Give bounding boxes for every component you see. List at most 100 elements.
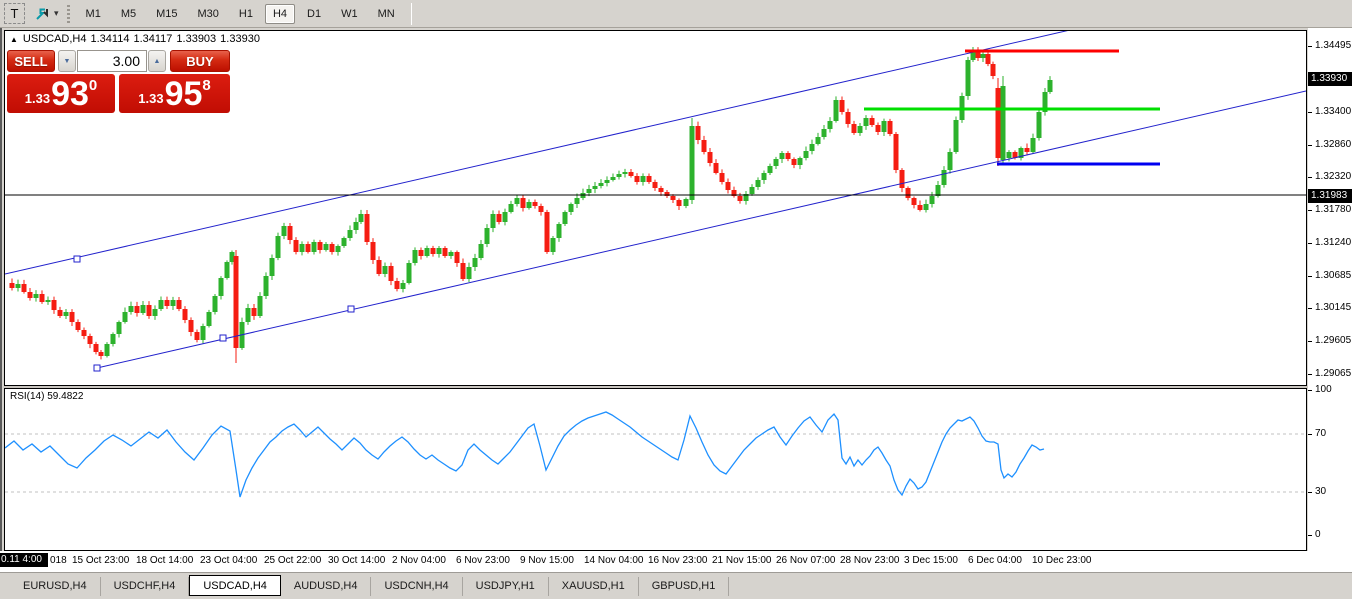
candle-up	[1030, 138, 1036, 152]
text-tool-icon[interactable]: T	[4, 3, 25, 24]
candle-down	[87, 336, 93, 344]
candle-down	[418, 250, 424, 256]
candle-down	[93, 344, 99, 352]
price-label: 1.30685	[1315, 270, 1352, 281]
arrange-arrows-glyph	[36, 8, 48, 20]
price-tick	[1308, 276, 1312, 277]
arrange-arrows-icon[interactable]	[31, 3, 53, 24]
ohlc-header: ▲ USDCAD,H4 1.34114 1.34117 1.33903 1.33930	[10, 33, 264, 45]
candle-down	[98, 352, 104, 356]
tab-usdjpy-h1[interactable]: USDJPY,H1	[463, 577, 549, 596]
tf-button-W1[interactable]: W1	[333, 4, 366, 24]
candle-up	[689, 126, 695, 200]
price-axis[interactable]: 1.34495 1.33400 1.32860 1.32320 1.31780 1.312…	[1308, 28, 1352, 551]
sell-button[interactable]: SELL	[7, 50, 55, 72]
time-label: 3 Dec 15:00	[904, 555, 958, 566]
time-label: 9 Nov 15:00	[520, 555, 574, 566]
candle-down	[985, 54, 991, 64]
tab-xauusd-h1[interactable]: XAUUSD,H1	[549, 577, 639, 596]
tab-audusd-h4[interactable]: AUDUSD,H4	[281, 577, 372, 596]
collapse-panel-icon[interactable]: ▲	[10, 35, 18, 44]
tab-usdcnh-h4[interactable]: USDCNH,H4	[371, 577, 463, 596]
candle-up	[490, 214, 496, 228]
candle-down	[287, 226, 293, 240]
chevron-down-icon[interactable]: ▾	[54, 8, 59, 19]
buy-price-button[interactable]: 1.33 95 8	[119, 74, 230, 113]
candle-up	[568, 204, 574, 212]
candle-up	[779, 153, 785, 159]
candle-down	[725, 182, 731, 190]
trendline-handle[interactable]	[93, 364, 101, 372]
tf-button-M15[interactable]: M15	[148, 4, 185, 24]
candle-up	[424, 248, 430, 256]
candle-up	[640, 176, 646, 182]
tab-gbpusd-h1[interactable]: GBPUSD,H1	[639, 577, 730, 596]
candle-up	[116, 322, 122, 334]
time-label: 6 Dec 04:00	[968, 555, 1022, 566]
ohlc-close: 1.33930	[220, 33, 260, 45]
candle-down	[887, 121, 893, 134]
candle-up	[347, 230, 353, 238]
rsi-indicator-label: RSI(14) 59.4822	[10, 391, 84, 402]
price-label: 1.32860	[1315, 139, 1352, 150]
trendline-handle[interactable]	[219, 334, 227, 342]
buy-price-pip: 8	[202, 77, 211, 94]
candle-down	[27, 292, 33, 298]
tf-button-D1[interactable]: D1	[299, 4, 329, 24]
toolbar-grip[interactable]	[66, 4, 70, 23]
candle-up	[448, 252, 454, 256]
candle-up	[773, 159, 779, 166]
candle-down	[134, 306, 140, 313]
candle-up	[158, 300, 164, 309]
tf-button-M5[interactable]: M5	[113, 4, 144, 24]
volume-input[interactable]: 3.00	[77, 50, 147, 72]
price-label: 1.30145	[1315, 302, 1352, 313]
tf-button-M30[interactable]: M30	[190, 4, 227, 24]
channel-lower-trendline[interactable]	[96, 90, 1306, 369]
price-label: 1.29605	[1315, 335, 1352, 346]
candle-down	[676, 200, 682, 206]
candle-down	[21, 284, 27, 292]
time-axis[interactable]: 0.11 4:00 018 15 Oct 23:00 18 Oct 14:00 23…	[0, 551, 1352, 572]
price-tick	[1308, 177, 1312, 178]
candle-down	[791, 159, 797, 165]
volume-increase-icon[interactable]: ▲	[148, 50, 166, 72]
tab-eurusd-h4[interactable]: EURUSD,H4	[10, 577, 101, 596]
candle-down	[460, 263, 466, 279]
candle-down	[39, 294, 45, 302]
candle-down	[532, 202, 538, 206]
candle-down	[899, 170, 905, 188]
candle-up	[140, 305, 146, 313]
rsi-scale-label: 0	[1315, 529, 1321, 540]
candle-up	[110, 334, 116, 344]
tf-button-H1[interactable]: H1	[231, 4, 261, 24]
candle-up	[263, 276, 269, 296]
candle-up	[382, 266, 388, 274]
tf-button-MN[interactable]: MN	[370, 4, 403, 24]
one-click-trade-panel: SELL ▼ 3.00 ▲ BUY 1.33 93 0 1.33 95 8	[7, 49, 230, 113]
candle-down	[75, 322, 81, 330]
buy-button[interactable]: BUY	[170, 50, 230, 72]
trendline-handle[interactable]	[73, 255, 81, 263]
tf-button-H4[interactable]: H4	[264, 3, 296, 24]
tab-usdchf-h4[interactable]: USDCHF,H4	[101, 577, 190, 596]
candle-up	[562, 212, 568, 224]
volume-decrease-icon[interactable]: ▼	[58, 50, 76, 72]
candle-down	[520, 198, 526, 208]
price-tick	[1308, 46, 1312, 47]
price-label: 1.34495	[1315, 40, 1352, 51]
sell-price-button[interactable]: 1.33 93 0	[7, 74, 115, 113]
candle-up	[45, 300, 51, 302]
candle-up	[809, 144, 815, 151]
trendline-handle[interactable]	[347, 305, 355, 313]
candle-up	[755, 180, 761, 187]
price-tick	[1308, 341, 1312, 342]
tab-usdcad-h4[interactable]: USDCAD,H4	[189, 575, 281, 596]
candle-up	[406, 263, 412, 283]
candle-down	[737, 196, 743, 201]
candle-up	[63, 312, 69, 316]
candle-up	[604, 180, 610, 183]
tf-button-M1[interactable]: M1	[78, 4, 109, 24]
candle-down	[875, 125, 881, 132]
candle-down	[658, 188, 664, 192]
